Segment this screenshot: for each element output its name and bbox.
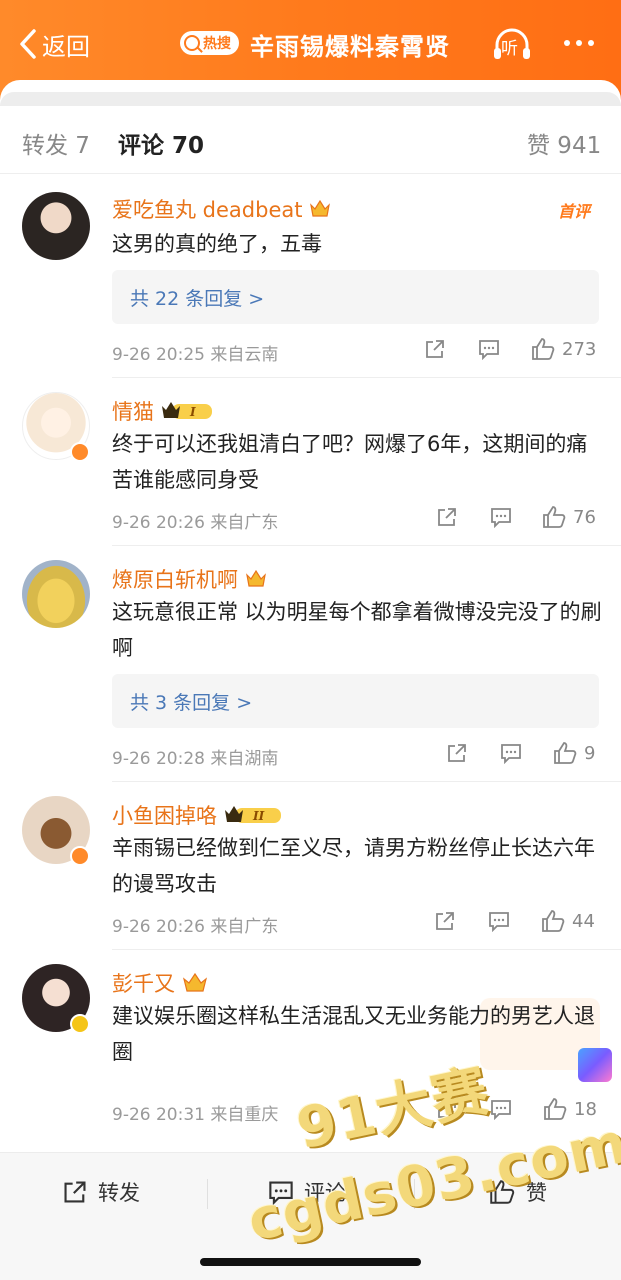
separator xyxy=(207,1179,208,1209)
share-button[interactable] xyxy=(434,910,456,932)
comment-icon xyxy=(491,508,511,528)
reply-button[interactable] xyxy=(478,338,500,360)
more-options-button[interactable] xyxy=(564,40,594,46)
back-button[interactable]: 返回 xyxy=(18,26,90,62)
thumbs-up-icon xyxy=(532,338,555,360)
home-indicator[interactable] xyxy=(200,1258,421,1266)
sheet-handle-band xyxy=(0,92,621,106)
like-button[interactable]: 9 xyxy=(552,740,595,766)
comment-icon xyxy=(479,340,499,360)
share-button[interactable] xyxy=(424,338,446,360)
divider xyxy=(112,377,621,378)
tab-repost[interactable]: 转发 7 xyxy=(22,126,90,160)
reply-button[interactable] xyxy=(500,742,522,764)
comment-text: 辛雨锡已经做到仁至义尽，请男方粉丝停止长达六年的谩骂攻击 xyxy=(112,836,595,896)
username-text: 燎原白斩机啊 xyxy=(112,568,238,592)
hot-badge-label: 热搜 xyxy=(203,36,231,52)
share-icon xyxy=(64,1181,86,1203)
comment-meta: 9-26 20:28 来自湖南 xyxy=(112,749,279,769)
back-label: 返回 xyxy=(42,32,90,61)
dot-icon xyxy=(588,40,594,46)
comment-meta: 9-26 20:26 来自广东 xyxy=(112,917,279,937)
replies-label: 共 3 条回复 > xyxy=(130,692,253,714)
like-button[interactable]: 44 xyxy=(540,908,595,934)
like-button[interactable]: 76 xyxy=(541,504,596,530)
replies-link[interactable]: 共 22 条回复 > xyxy=(112,270,599,324)
verified-badge-icon xyxy=(70,1014,90,1034)
share-button[interactable] xyxy=(446,742,468,764)
page-title: 辛雨锡爆料秦霄贤 xyxy=(250,33,450,61)
crown-badge-icon xyxy=(182,972,208,992)
username-text: 情猫 xyxy=(112,400,154,424)
share-icon xyxy=(436,912,454,930)
replies-label: 共 22 条回复 > xyxy=(130,288,265,310)
comment-username[interactable]: 情猫 I xyxy=(112,396,216,426)
like-count: 44 xyxy=(572,910,595,932)
tab-bar: 转发 7 评论 70 赞 941 xyxy=(0,118,621,174)
divider xyxy=(112,949,621,950)
like-count: 273 xyxy=(562,338,597,360)
tab-comment[interactable]: 评论 70 xyxy=(118,126,204,160)
comment-username[interactable]: 燎原白斩机啊 xyxy=(112,564,268,594)
share-icon xyxy=(438,508,456,526)
first-comment-tag: 首评 xyxy=(558,202,591,221)
like-count: 76 xyxy=(573,506,596,528)
verified-badge-icon xyxy=(70,442,90,462)
repost-label: 转发 xyxy=(98,1181,140,1205)
comment-text: 建议娱乐圈这样私生活混乱又无业务能力的男艺人退圈 xyxy=(112,1004,595,1064)
floating-app-icon[interactable] xyxy=(578,1048,612,1082)
thumbs-up-icon xyxy=(542,910,565,932)
divider xyxy=(112,545,621,546)
repost-button[interactable]: 转发 xyxy=(62,1177,140,1207)
hot-search-badge[interactable]: 热搜 xyxy=(180,31,239,55)
level-text: I xyxy=(189,405,196,419)
like-button[interactable]: 273 xyxy=(530,336,596,362)
comment-username[interactable]: 爱吃鱼丸 deadbeat xyxy=(112,194,332,224)
share-button[interactable] xyxy=(436,506,458,528)
comment-meta: 9-26 20:26 来自广东 xyxy=(112,513,279,533)
listen-label: 听 xyxy=(501,39,518,59)
reply-button[interactable] xyxy=(490,506,512,528)
dot-icon xyxy=(576,40,582,46)
tab-like[interactable]: 赞 941 xyxy=(527,126,601,160)
level-text: II xyxy=(252,809,265,823)
thumbs-up-icon xyxy=(554,742,577,764)
divider xyxy=(112,781,621,782)
share-icon xyxy=(426,340,444,358)
avatar[interactable] xyxy=(22,560,90,628)
comment-icon xyxy=(489,912,509,932)
share-icon xyxy=(448,744,466,762)
level-badge-icon: I xyxy=(162,402,212,419)
listen-button[interactable]: 听 xyxy=(492,26,532,62)
chevron-left-icon xyxy=(20,29,36,59)
dot-icon xyxy=(564,40,570,46)
comment-text: 这玩意很正常 以为明星每个都拿着微博没完没了的刷啊 xyxy=(112,600,602,660)
verified-badge-icon xyxy=(70,846,90,866)
replies-link[interactable]: 共 3 条回复 > xyxy=(112,674,599,728)
level-badge-icon: II xyxy=(225,806,281,823)
comment-username[interactable]: 小鱼困掉咯 II xyxy=(112,800,285,830)
username-text: 彭千又 xyxy=(112,972,175,996)
search-icon xyxy=(184,35,200,51)
reply-button[interactable] xyxy=(488,910,510,932)
comment-meta: 9-26 20:25 来自云南 xyxy=(112,345,279,365)
username-text: 爱吃鱼丸 deadbeat xyxy=(112,198,303,222)
crown-badge-icon xyxy=(310,199,331,217)
comment-meta: 9-26 20:31 来自重庆 xyxy=(112,1105,279,1125)
comment-username[interactable]: 彭千又 xyxy=(112,968,209,998)
crown-badge-icon xyxy=(246,569,266,587)
thumbs-up-icon xyxy=(543,506,566,528)
comment-text: 这男的真的绝了，五毒 xyxy=(112,232,322,256)
comment-icon xyxy=(501,744,521,764)
thumbs-up-icon xyxy=(544,1098,567,1120)
like-count: 9 xyxy=(584,742,596,764)
avatar[interactable] xyxy=(22,192,90,260)
comment-text: 终于可以还我姐清白了吧？网爆了6年，这期间的痛苦谁能感同身受 xyxy=(112,432,588,492)
username-text: 小鱼困掉咯 xyxy=(112,804,217,828)
